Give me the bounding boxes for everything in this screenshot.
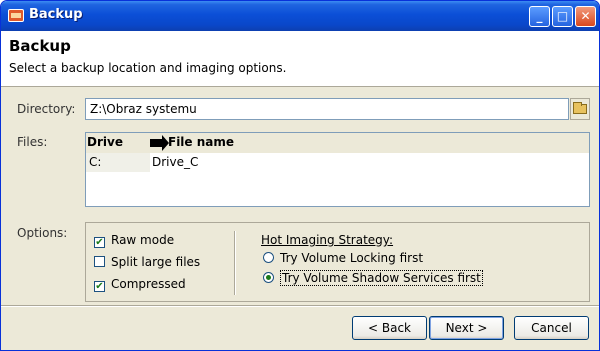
back-button[interactable]: < Back: [352, 316, 427, 340]
page-subtitle: Select a backup location and imaging opt…: [9, 61, 287, 75]
options-panel: ✔ Raw mode Split large files ✔ Compressed …: [85, 222, 590, 302]
files-list[interactable]: Drive File name C: Drive_C: [85, 132, 590, 207]
backup-window: Backup _ □ ✕ Backup Select a backup loca…: [0, 0, 600, 351]
next-button[interactable]: Next >: [429, 316, 504, 340]
minimize-button[interactable]: _: [529, 6, 550, 27]
cancel-button[interactable]: Cancel: [514, 316, 589, 340]
title-bar[interactable]: Backup _ □ ✕: [1, 1, 599, 31]
column-drive[interactable]: Drive: [87, 135, 123, 149]
column-file-name[interactable]: File name: [150, 134, 234, 151]
options-label: Options:: [17, 226, 68, 240]
page-title: Backup: [9, 37, 71, 55]
checkbox-checked-icon[interactable]: ✔: [94, 281, 105, 292]
hot-imaging-strategy-label: Hot Imaging Strategy:: [261, 233, 394, 247]
radio-selected-icon[interactable]: [263, 272, 274, 283]
files-header: Drive File name: [86, 133, 589, 153]
file-name-cell[interactable]: Drive_C: [150, 153, 589, 172]
compressed-checkbox[interactable]: ✔ Compressed: [94, 277, 186, 292]
folder-icon: [573, 102, 587, 114]
window-title: Backup: [29, 7, 83, 22]
checkbox-unchecked-icon[interactable]: [94, 256, 105, 267]
radio-unselected-icon[interactable]: [263, 252, 274, 263]
directory-input[interactable]: [85, 98, 569, 120]
divider: [234, 231, 236, 295]
browse-button[interactable]: [570, 98, 590, 120]
files-label: Files:: [17, 135, 48, 149]
split-large-files-checkbox[interactable]: Split large files: [94, 255, 200, 269]
volume-locking-radio[interactable]: Try Volume Locking first: [263, 251, 423, 265]
app-icon: [8, 9, 24, 22]
volume-shadow-radio[interactable]: Try Volume Shadow Services first: [263, 270, 483, 286]
drive-cell: C:: [89, 155, 102, 169]
raw-mode-checkbox[interactable]: ✔ Raw mode: [94, 233, 174, 248]
arrow-right-icon: [150, 134, 169, 151]
directory-label: Directory:: [17, 102, 76, 116]
wizard-header: Backup Select a backup location and imag…: [1, 31, 599, 87]
close-button[interactable]: ✕: [575, 6, 596, 27]
footer-divider: [1, 305, 599, 307]
maximize-button[interactable]: □: [552, 6, 573, 27]
table-row[interactable]: C: Drive_C: [86, 153, 589, 172]
checkbox-checked-icon[interactable]: ✔: [94, 237, 105, 248]
